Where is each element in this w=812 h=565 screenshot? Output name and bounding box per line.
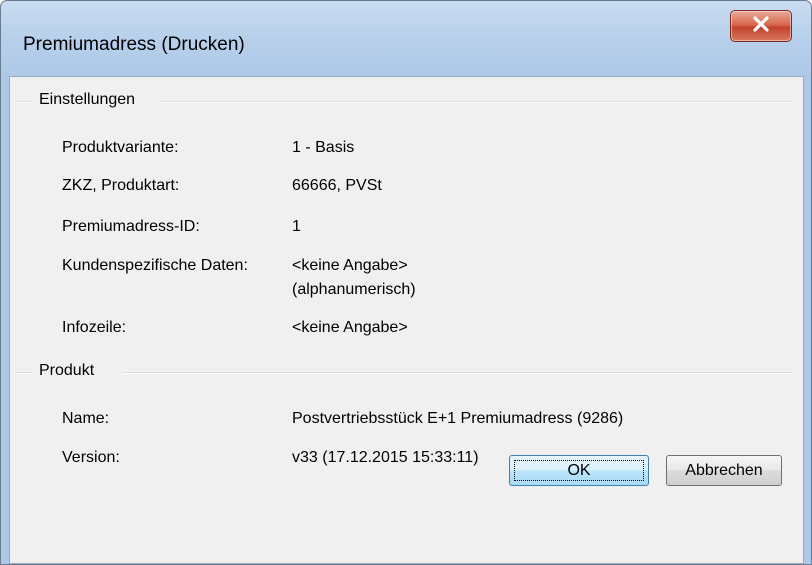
group-separator bbox=[16, 101, 32, 103]
close-icon bbox=[752, 15, 770, 37]
product-group-title: Produkt bbox=[39, 362, 103, 380]
window-title: Premiumadress (Drucken) bbox=[23, 34, 245, 55]
focus-rectangle bbox=[514, 460, 644, 481]
group-separator bbox=[160, 101, 791, 103]
cancel-button-label: Abbrechen bbox=[685, 461, 763, 479]
customer-data-label: Kundenspezifische Daten: bbox=[62, 257, 248, 274]
group-separator bbox=[122, 372, 791, 374]
close-button[interactable] bbox=[730, 10, 792, 42]
title-bar[interactable]: Premiumadress (Drucken) bbox=[1, 1, 811, 73]
product-name-value: Postvertriebsstück E+1 Premiumadress (92… bbox=[292, 410, 624, 427]
product-variant-label: Produktvariante: bbox=[62, 139, 179, 156]
version-value: v33 (17.12.2015 15:33:11) bbox=[292, 449, 479, 466]
settings-group-title: Einstellungen bbox=[39, 91, 144, 109]
customer-data-value: <keine Angabe> bbox=[292, 257, 408, 274]
version-label: Version: bbox=[62, 449, 120, 466]
zkz-product-type-label: ZKZ, Produktart: bbox=[62, 177, 180, 194]
premiumadress-id-value: 1 bbox=[292, 218, 301, 235]
info-line-label: Infozeile: bbox=[62, 319, 127, 336]
info-line-value: <keine Angabe> bbox=[292, 319, 408, 336]
customer-data-note: (alphanumerisch) bbox=[292, 281, 416, 298]
product-name-label: Name: bbox=[62, 410, 110, 427]
ok-button[interactable]: OK bbox=[509, 455, 649, 486]
cancel-button[interactable]: Abbrechen bbox=[666, 455, 782, 486]
premiumadress-id-label: Premiumadress-ID: bbox=[62, 218, 200, 235]
dialog-content: Einstellungen Produktvariante: 1 - Basis… bbox=[9, 76, 804, 564]
product-variant-value: 1 - Basis bbox=[292, 139, 355, 156]
group-separator bbox=[16, 372, 32, 374]
dialog-window: Premiumadress (Drucken) Einstellungen Pr… bbox=[0, 0, 812, 565]
zkz-product-type-value: 66666, PVSt bbox=[292, 177, 382, 194]
